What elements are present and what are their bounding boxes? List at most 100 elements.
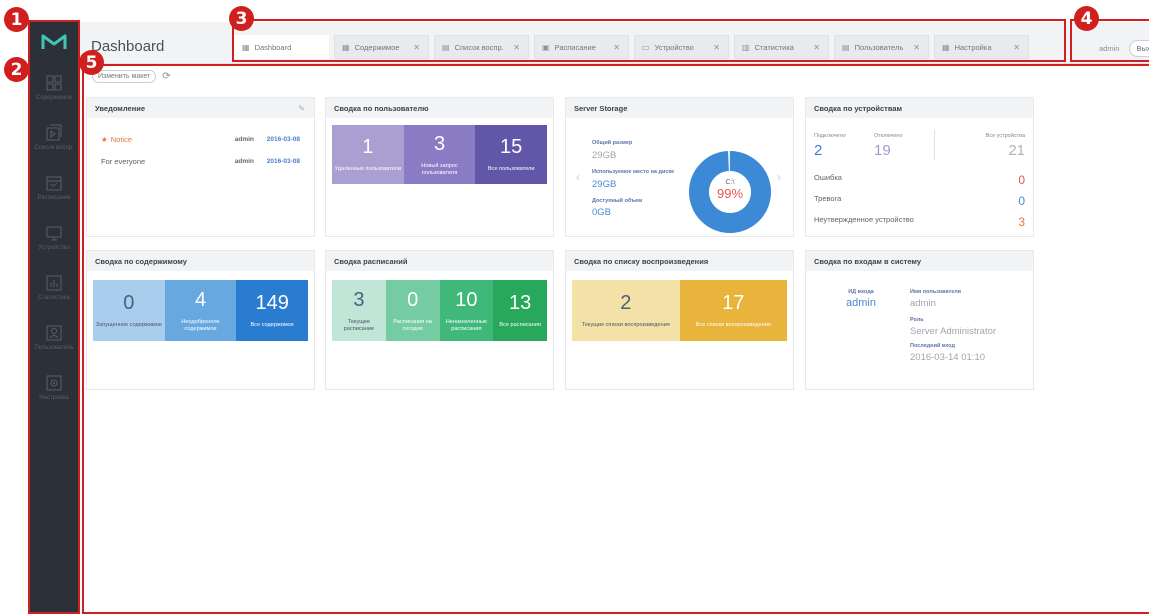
tab-label: Настройка bbox=[954, 42, 992, 52]
device-status-row[interactable]: Тревога 0 bbox=[806, 194, 1033, 208]
free-space-value: 0GB bbox=[592, 207, 612, 219]
storage-percent: 99% bbox=[716, 186, 744, 201]
content-summary-block[interactable]: 0 Запущенное содержимое bbox=[93, 280, 165, 341]
gear-icon bbox=[46, 375, 62, 390]
sidebar-item-1[interactable]: Содержимое bbox=[29, 62, 79, 112]
app-logo[interactable] bbox=[29, 22, 79, 62]
calendar-icon bbox=[46, 176, 62, 190]
notice-title: Notice bbox=[110, 135, 132, 144]
playlist-icon bbox=[46, 124, 62, 140]
list-icon: ▤ bbox=[442, 42, 450, 52]
tab-5[interactable]: ▭ Устройство ✕ bbox=[634, 35, 729, 59]
card-title: Сводка по содержимому bbox=[95, 256, 187, 266]
user-summary-block[interactable]: 3 Новый запрос пользователя bbox=[403, 125, 476, 184]
sidebar-item-5[interactable]: Статистика bbox=[29, 262, 79, 312]
tab-8[interactable]: ▦ Настройка ✕ bbox=[934, 35, 1029, 59]
close-icon[interactable]: ✕ bbox=[513, 43, 520, 52]
sidebar-item-label: Настройка bbox=[39, 394, 69, 401]
block-value: 4 bbox=[194, 288, 207, 311]
block-label: Новый запрос пользователя bbox=[421, 162, 458, 176]
drive-label: C:\ bbox=[725, 179, 735, 186]
sidebar-item-4[interactable]: Устройство bbox=[29, 212, 79, 262]
card-title: Сводка по входам в систему bbox=[814, 256, 922, 266]
sidebar-item-6[interactable]: Пользователь bbox=[29, 312, 79, 362]
user-box: admin Выход bbox=[1099, 40, 1149, 57]
user-name: admin bbox=[1099, 44, 1120, 53]
card-header: Сводка по содержимому bbox=[87, 251, 314, 271]
sidebar-item-3[interactable]: Расписание bbox=[29, 162, 79, 212]
user-summary-block[interactable]: 1 Удаленные пользователи bbox=[332, 125, 404, 184]
tab-3[interactable]: ▤ Список воспр. ✕ bbox=[434, 35, 529, 59]
notice-row[interactable]: For everyone admin 2016-03-08 bbox=[87, 157, 314, 166]
all-devices-value: 21 bbox=[1008, 142, 1025, 159]
connected-value: 2 bbox=[814, 142, 823, 159]
block-value: 17 bbox=[722, 292, 745, 315]
annotation-badge: 5 bbox=[79, 50, 104, 75]
prev-arrow-icon[interactable]: ‹ bbox=[576, 170, 580, 184]
device-status-row[interactable]: Ошибка 0 bbox=[806, 173, 1033, 187]
toolbar: Изменить макет ⟳ bbox=[92, 70, 171, 83]
tab-2[interactable]: ▦ Содержимое ✕ bbox=[334, 35, 429, 59]
user-summary-block[interactable]: 15 Все пользователи bbox=[475, 125, 548, 184]
block-value: 3 bbox=[353, 288, 365, 311]
close-icon[interactable]: ✕ bbox=[713, 43, 720, 52]
content-summary-card: Сводка по содержимому 0 Запущенное содерж… bbox=[86, 250, 315, 390]
block-value: 15 bbox=[500, 136, 523, 159]
card-title: Сводка по устройствам bbox=[814, 103, 903, 113]
card-title: Сводка по пользователю bbox=[334, 103, 429, 113]
close-icon[interactable]: ✕ bbox=[413, 43, 420, 52]
role-label: Роль bbox=[910, 317, 924, 323]
sidebar-item-label: Расписание bbox=[37, 194, 71, 201]
card-header: Server Storage bbox=[566, 98, 793, 118]
playlist-summary-card: Сводка по списку воспроизведения 2 Текущи… bbox=[565, 250, 794, 390]
content-summary-block[interactable]: 149 Все содержимое bbox=[236, 280, 309, 341]
schedule-summary-block[interactable]: 13 Все расписания bbox=[493, 280, 547, 341]
block-label: Запущенное содержимое bbox=[95, 322, 162, 329]
device-status-value: 3 bbox=[1018, 215, 1025, 229]
block-label: Все пользователи bbox=[487, 166, 535, 173]
refresh-icon[interactable]: ⟳ bbox=[162, 71, 170, 82]
login-id-label: ИД входа bbox=[848, 289, 874, 295]
used-space-value: 29GB bbox=[592, 179, 617, 191]
tab-4[interactable]: ▣ Расписание ✕ bbox=[534, 35, 629, 59]
grid-icon: ▦ bbox=[342, 42, 350, 52]
page-title: Dashboard bbox=[91, 38, 165, 55]
playlist-summary-block[interactable]: 2 Текущие списки воспроизведения bbox=[572, 280, 680, 341]
block-label: Расписания на сегодня bbox=[393, 318, 432, 332]
schedule-summary-block[interactable]: 10 Неназначенные расписания bbox=[439, 280, 494, 341]
edit-layout-button[interactable]: Изменить макет bbox=[92, 70, 157, 83]
sidebar-item-2[interactable]: Список воспр. bbox=[29, 112, 79, 162]
card-header: Уведомление ✎ bbox=[87, 98, 314, 118]
close-icon[interactable]: ✕ bbox=[613, 43, 620, 52]
tab-1[interactable]: ▦ Dashboard bbox=[234, 35, 329, 59]
close-icon[interactable]: ✕ bbox=[913, 43, 920, 52]
tab-label: Dashboard bbox=[254, 42, 292, 52]
sidebar-item-label: Содержимое bbox=[36, 94, 72, 101]
user-name-value: admin bbox=[910, 298, 936, 309]
schedule-summary-block[interactable]: 0 Расписания на сегодня bbox=[385, 280, 440, 341]
close-icon[interactable]: ✕ bbox=[1013, 43, 1020, 52]
close-icon[interactable]: ✕ bbox=[813, 43, 820, 52]
sidebar-item-label: Устройство bbox=[38, 244, 70, 251]
sidebar-item-7[interactable]: Настройка bbox=[29, 362, 79, 412]
tab-7[interactable]: ▤ Пользователь ✕ bbox=[834, 35, 929, 59]
free-space-label: Доступный объем bbox=[592, 198, 643, 205]
notice-author: admin bbox=[234, 158, 254, 165]
monitor-icon: ▭ bbox=[642, 42, 650, 52]
block-value: 10 bbox=[455, 288, 478, 311]
divider bbox=[934, 130, 935, 160]
next-arrow-icon[interactable]: › bbox=[777, 170, 781, 184]
notice-author: admin bbox=[234, 136, 254, 143]
user-name-label: Имя пользователя bbox=[910, 289, 961, 295]
login-id-value: admin bbox=[846, 297, 876, 309]
device-status-row[interactable]: Неутвержденное устройство 3 bbox=[806, 215, 1033, 229]
calendar-icon: ▣ bbox=[542, 42, 550, 52]
edit-icon[interactable]: ✎ bbox=[298, 104, 305, 113]
schedule-summary-block[interactable]: 3 Текущее расписание bbox=[332, 280, 386, 341]
card-header: Сводка по пользователю bbox=[326, 98, 553, 118]
tab-6[interactable]: ▥ Статистика ✕ bbox=[734, 35, 829, 59]
notice-row[interactable]: ★ Notice admin 2016-03-08 bbox=[87, 135, 314, 144]
logout-button[interactable]: Выход bbox=[1129, 40, 1149, 57]
content-summary-block[interactable]: 4 Неодобренное содержимое bbox=[164, 280, 237, 341]
playlist-summary-block[interactable]: 17 Все списки воспроизведения bbox=[679, 280, 787, 341]
